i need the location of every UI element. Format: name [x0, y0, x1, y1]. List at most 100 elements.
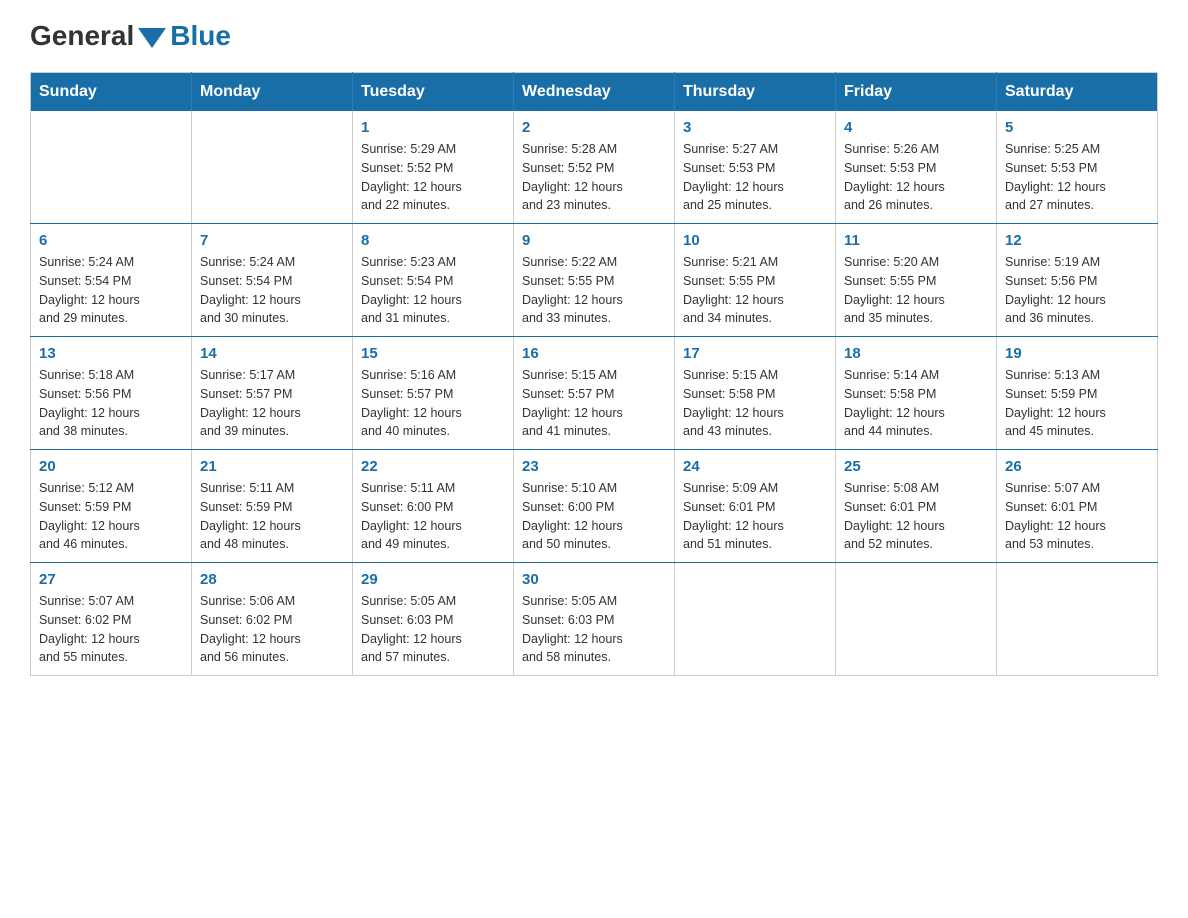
calendar-cell: 25 Sunrise: 5:08 AM Sunset: 6:01 PM Dayli…: [836, 450, 997, 563]
calendar-cell: 14 Sunrise: 5:17 AM Sunset: 5:57 PM Dayli…: [192, 337, 353, 450]
day-info: Sunrise: 5:26 AM Sunset: 5:53 PM Dayligh…: [844, 140, 988, 215]
day-info: Sunrise: 5:08 AM Sunset: 6:01 PM Dayligh…: [844, 479, 988, 554]
day-info: Sunrise: 5:13 AM Sunset: 5:59 PM Dayligh…: [1005, 366, 1149, 441]
day-number: 13: [39, 345, 183, 362]
weekday-header-row: SundayMondayTuesdayWednesdayThursdayFrid…: [31, 73, 1158, 112]
day-info: Sunrise: 5:17 AM Sunset: 5:57 PM Dayligh…: [200, 366, 344, 441]
calendar-cell: 6 Sunrise: 5:24 AM Sunset: 5:54 PM Daylig…: [31, 224, 192, 337]
day-info: Sunrise: 5:29 AM Sunset: 5:52 PM Dayligh…: [361, 140, 505, 215]
calendar-cell: 17 Sunrise: 5:15 AM Sunset: 5:58 PM Dayli…: [675, 337, 836, 450]
day-info: Sunrise: 5:06 AM Sunset: 6:02 PM Dayligh…: [200, 592, 344, 667]
day-info: Sunrise: 5:11 AM Sunset: 5:59 PM Dayligh…: [200, 479, 344, 554]
calendar-cell: 29Sunrise: 5:05 AM Sunset: 6:03 PM Dayli…: [353, 563, 514, 676]
weekday-header-wednesday: Wednesday: [514, 73, 675, 112]
day-info: Sunrise: 5:28 AM Sunset: 5:52 PM Dayligh…: [522, 140, 666, 215]
day-number: 14: [200, 345, 344, 362]
calendar-week-row: 13 Sunrise: 5:18 AM Sunset: 5:56 PM Dayli…: [31, 337, 1158, 450]
weekday-header-sunday: Sunday: [31, 73, 192, 112]
day-info: Sunrise: 5:15 AM Sunset: 5:57 PM Dayligh…: [522, 366, 666, 441]
day-number: 3: [683, 119, 827, 136]
day-number: 18: [844, 345, 988, 362]
weekday-header-monday: Monday: [192, 73, 353, 112]
logo-triangle-icon: [138, 28, 166, 48]
day-info: Sunrise: 5:15 AM Sunset: 5:58 PM Dayligh…: [683, 366, 827, 441]
logo-blue-text: Blue: [170, 20, 231, 52]
day-info: Sunrise: 5:23 AM Sunset: 5:54 PM Dayligh…: [361, 253, 505, 328]
day-number: 26: [1005, 458, 1149, 475]
day-number: 11: [844, 232, 988, 249]
calendar-cell: 19 Sunrise: 5:13 AM Sunset: 5:59 PM Dayli…: [997, 337, 1158, 450]
calendar-week-row: 20Sunrise: 5:12 AM Sunset: 5:59 PM Dayli…: [31, 450, 1158, 563]
day-info: Sunrise: 5:19 AM Sunset: 5:56 PM Dayligh…: [1005, 253, 1149, 328]
day-number: 22: [361, 458, 505, 475]
day-info: Sunrise: 5:24 AM Sunset: 5:54 PM Dayligh…: [200, 253, 344, 328]
day-number: 21: [200, 458, 344, 475]
day-info: Sunrise: 5:18 AM Sunset: 5:56 PM Dayligh…: [39, 366, 183, 441]
day-number: 19: [1005, 345, 1149, 362]
day-info: Sunrise: 5:14 AM Sunset: 5:58 PM Dayligh…: [844, 366, 988, 441]
logo: General Blue: [30, 20, 231, 52]
day-number: 15: [361, 345, 505, 362]
calendar-cell: 30 Sunrise: 5:05 AM Sunset: 6:03 PM Dayli…: [514, 563, 675, 676]
day-number: 8: [361, 232, 505, 249]
calendar-cell: 12 Sunrise: 5:19 AM Sunset: 5:56 PM Dayli…: [997, 224, 1158, 337]
day-info: Sunrise: 5:07 AM Sunset: 6:01 PM Dayligh…: [1005, 479, 1149, 554]
day-info: Sunrise: 5:25 AM Sunset: 5:53 PM Dayligh…: [1005, 140, 1149, 215]
day-number: 28: [200, 571, 344, 588]
day-number: 7: [200, 232, 344, 249]
calendar-cell: 20Sunrise: 5:12 AM Sunset: 5:59 PM Dayli…: [31, 450, 192, 563]
calendar-week-row: 1 Sunrise: 5:29 AM Sunset: 5:52 PM Daylig…: [31, 111, 1158, 224]
day-number: 20: [39, 458, 183, 475]
day-number: 25: [844, 458, 988, 475]
day-number: 24: [683, 458, 827, 475]
day-info: Sunrise: 5:09 AM Sunset: 6:01 PM Dayligh…: [683, 479, 827, 554]
calendar-cell: 10 Sunrise: 5:21 AM Sunset: 5:55 PM Dayli…: [675, 224, 836, 337]
day-number: 6: [39, 232, 183, 249]
day-info: Sunrise: 5:16 AM Sunset: 5:57 PM Dayligh…: [361, 366, 505, 441]
calendar-cell: 16Sunrise: 5:15 AM Sunset: 5:57 PM Dayli…: [514, 337, 675, 450]
calendar-cell: [192, 111, 353, 224]
calendar-cell: 24 Sunrise: 5:09 AM Sunset: 6:01 PM Dayli…: [675, 450, 836, 563]
day-info: Sunrise: 5:21 AM Sunset: 5:55 PM Dayligh…: [683, 253, 827, 328]
day-number: 17: [683, 345, 827, 362]
weekday-header-friday: Friday: [836, 73, 997, 112]
calendar-cell: 18 Sunrise: 5:14 AM Sunset: 5:58 PM Dayli…: [836, 337, 997, 450]
calendar-cell: 3Sunrise: 5:27 AM Sunset: 5:53 PM Daylig…: [675, 111, 836, 224]
calendar-cell: [31, 111, 192, 224]
calendar-cell: 28 Sunrise: 5:06 AM Sunset: 6:02 PM Dayli…: [192, 563, 353, 676]
calendar-cell: 22 Sunrise: 5:11 AM Sunset: 6:00 PM Dayli…: [353, 450, 514, 563]
day-info: Sunrise: 5:05 AM Sunset: 6:03 PM Dayligh…: [361, 592, 505, 667]
day-number: 12: [1005, 232, 1149, 249]
logo-general-text: General: [30, 20, 134, 52]
day-info: Sunrise: 5:22 AM Sunset: 5:55 PM Dayligh…: [522, 253, 666, 328]
calendar-cell: 27Sunrise: 5:07 AM Sunset: 6:02 PM Dayli…: [31, 563, 192, 676]
day-number: 2: [522, 119, 666, 136]
weekday-header-saturday: Saturday: [997, 73, 1158, 112]
calendar-cell: 2 Sunrise: 5:28 AM Sunset: 5:52 PM Daylig…: [514, 111, 675, 224]
calendar-cell: [836, 563, 997, 676]
calendar-cell: 8 Sunrise: 5:23 AM Sunset: 5:54 PM Daylig…: [353, 224, 514, 337]
day-number: 23: [522, 458, 666, 475]
page-header: General Blue: [30, 20, 1158, 52]
day-number: 10: [683, 232, 827, 249]
day-info: Sunrise: 5:05 AM Sunset: 6:03 PM Dayligh…: [522, 592, 666, 667]
calendar-cell: 1 Sunrise: 5:29 AM Sunset: 5:52 PM Daylig…: [353, 111, 514, 224]
day-number: 4: [844, 119, 988, 136]
day-info: Sunrise: 5:11 AM Sunset: 6:00 PM Dayligh…: [361, 479, 505, 554]
calendar-cell: 9 Sunrise: 5:22 AM Sunset: 5:55 PM Daylig…: [514, 224, 675, 337]
calendar-cell: 15 Sunrise: 5:16 AM Sunset: 5:57 PM Dayli…: [353, 337, 514, 450]
calendar-cell: [997, 563, 1158, 676]
day-info: Sunrise: 5:24 AM Sunset: 5:54 PM Dayligh…: [39, 253, 183, 328]
calendar-cell: 7 Sunrise: 5:24 AM Sunset: 5:54 PM Daylig…: [192, 224, 353, 337]
day-number: 5: [1005, 119, 1149, 136]
day-info: Sunrise: 5:10 AM Sunset: 6:00 PM Dayligh…: [522, 479, 666, 554]
day-number: 9: [522, 232, 666, 249]
day-number: 30: [522, 571, 666, 588]
calendar-cell: 4 Sunrise: 5:26 AM Sunset: 5:53 PM Daylig…: [836, 111, 997, 224]
calendar-cell: 13 Sunrise: 5:18 AM Sunset: 5:56 PM Dayli…: [31, 337, 192, 450]
day-info: Sunrise: 5:20 AM Sunset: 5:55 PM Dayligh…: [844, 253, 988, 328]
calendar-cell: 21 Sunrise: 5:11 AM Sunset: 5:59 PM Dayli…: [192, 450, 353, 563]
calendar-cell: 23 Sunrise: 5:10 AM Sunset: 6:00 PM Dayli…: [514, 450, 675, 563]
weekday-header-tuesday: Tuesday: [353, 73, 514, 112]
day-number: 1: [361, 119, 505, 136]
